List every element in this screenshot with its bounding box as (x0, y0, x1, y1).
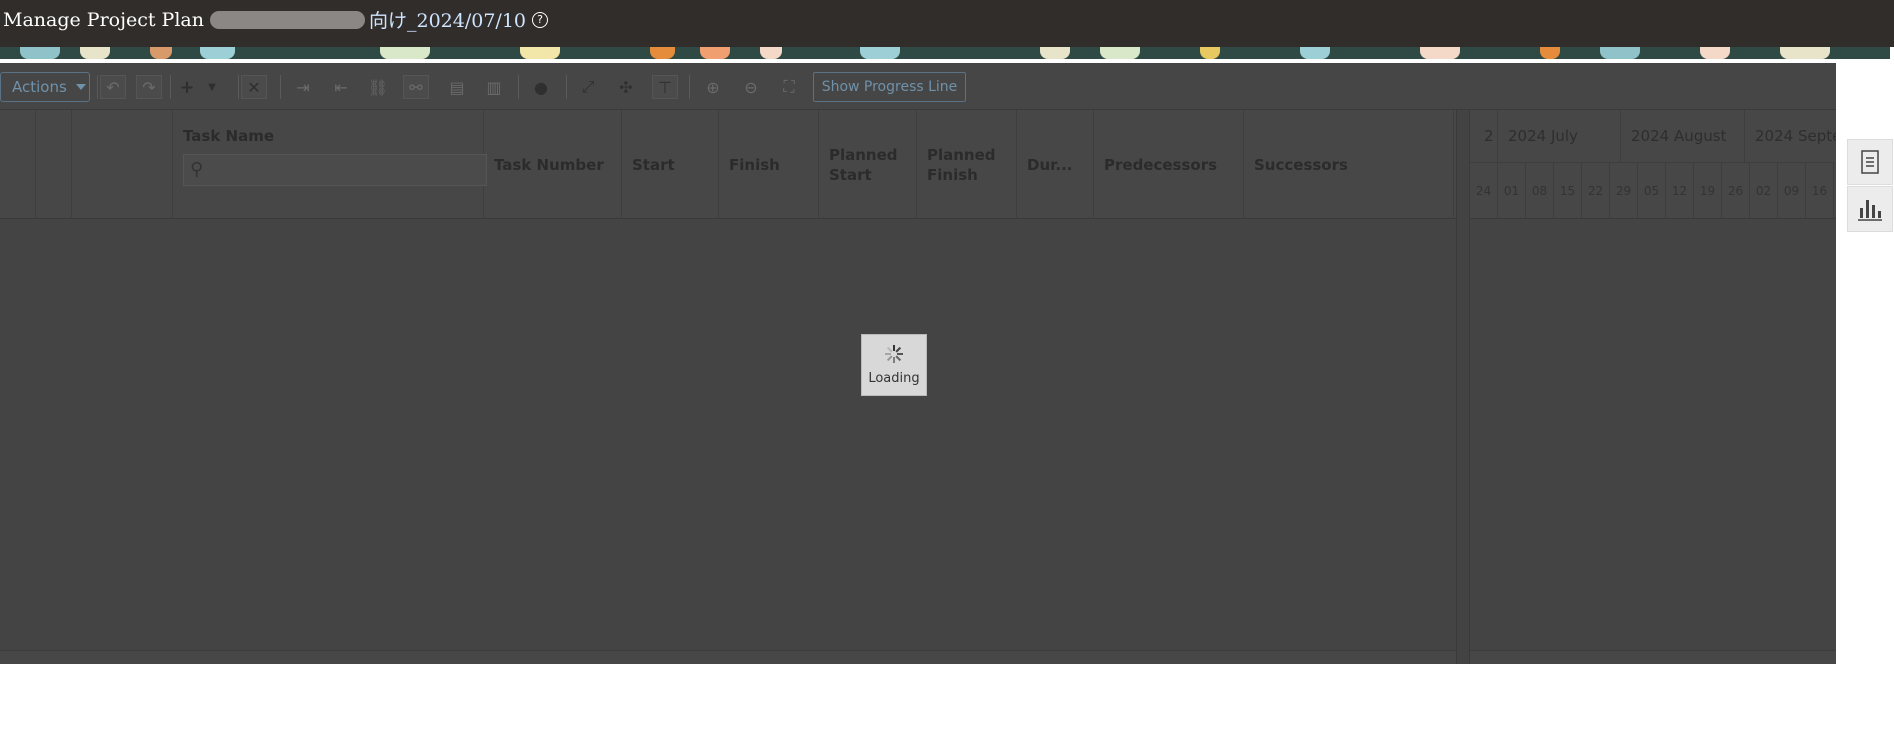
table-icon[interactable]: ▤ (444, 75, 470, 99)
toolbar-separator (170, 75, 171, 99)
pane-splitter[interactable] (1456, 110, 1470, 664)
gantt-week: 24 (1470, 162, 1498, 218)
column-header-select[interactable] (0, 110, 36, 219)
actions-menu-button[interactable]: Actions (0, 72, 90, 102)
gantt-week: 29 (1610, 162, 1638, 218)
gantt-week: 19 (1694, 162, 1722, 218)
collapse-icon[interactable]: ✣ (613, 75, 639, 99)
show-progress-line-button[interactable]: Show Progress Line (813, 72, 966, 102)
column-header-start[interactable]: Start (622, 110, 719, 219)
gantt-week: 09 (1778, 162, 1806, 218)
planned-start-line1: Planned (829, 145, 898, 164)
toolbar: Actions ↶ ↷ + ▼ ✕ ⇥ ⇤ ⛓ ⚯ ▤ ▥ ● ⤢ ✣ ⊤ ⊕ … (0, 63, 1836, 110)
gantt-header: 2 2024 July 2024 August 2024 Septe 24 01… (1470, 110, 1836, 219)
planned-start-line2: Start (829, 165, 872, 184)
planned-finish-line1: Planned (927, 145, 996, 164)
column-header-duration[interactable]: Dur... (1017, 110, 1094, 219)
spinner-icon (885, 344, 903, 363)
decorative-banner (0, 47, 1890, 59)
search-icon: ⚲ (190, 159, 204, 180)
lightbulb-icon[interactable]: ● (528, 75, 554, 99)
bar-chart-icon[interactable] (1847, 186, 1893, 232)
column-icon[interactable]: ⊤ (652, 75, 678, 99)
zoom-in-icon[interactable]: ⊕ (700, 75, 726, 99)
unlink-icon[interactable]: ⚯ (403, 75, 429, 99)
redo-icon[interactable]: ↷ (136, 75, 162, 99)
loading-indicator: Loading (861, 334, 927, 396)
gantt-week: 08 (1526, 162, 1554, 218)
gantt-week: 16 (1806, 162, 1834, 218)
task-name-search-input[interactable]: ⚲ (183, 154, 487, 186)
toolbar-separator (566, 75, 567, 99)
gantt-horizontal-scrollbar[interactable] (1470, 650, 1836, 664)
column-header-task-name[interactable]: Task Name ⚲ (173, 110, 487, 219)
column-header-icons[interactable] (72, 110, 173, 219)
gantt-week: 02 (1750, 162, 1778, 218)
link-icon[interactable]: ⛓ (365, 75, 391, 99)
add-dropdown-icon[interactable]: ▼ (204, 75, 220, 99)
gantt-week: 01 (1498, 162, 1526, 218)
gantt-week: 15 (1554, 162, 1582, 218)
column-header-task-number[interactable]: Task Number (484, 110, 622, 219)
column-header-finish[interactable]: Finish (719, 110, 819, 219)
redacted-project-name (209, 10, 365, 29)
gantt-week: 05 (1638, 162, 1666, 218)
toolbar-separator (280, 75, 281, 99)
gantt-month: 2024 July (1498, 110, 1621, 162)
page-title-suffix: 向け_2024/07/10 (368, 10, 526, 32)
grid-horizontal-scrollbar[interactable] (0, 650, 1456, 664)
column-header-planned-start[interactable]: Planned Start (819, 110, 917, 219)
add-icon[interactable]: + (174, 75, 200, 99)
outdent-icon[interactable]: ⇤ (328, 75, 354, 99)
side-panel-tabs (1847, 139, 1894, 233)
grid-header: Task Name ⚲ Task Number Start Finish Pla… (0, 110, 1456, 219)
column-header-planned-finish[interactable]: Planned Finish (917, 110, 1017, 219)
document-icon[interactable] (1847, 139, 1893, 185)
delete-icon[interactable]: ✕ (241, 75, 267, 99)
actions-label: Actions (12, 78, 67, 96)
title-bar: Manage Project Plan 向け_2024/07/10 ? (0, 0, 1894, 47)
column-header-indicator[interactable] (36, 110, 72, 219)
toolbar-separator (689, 75, 690, 99)
expand-icon[interactable]: ⤢ (575, 75, 601, 99)
page-title: Manage Project Plan 向け_2024/07/10 ? (3, 6, 548, 33)
gantt-month: 2024 August (1621, 110, 1745, 162)
gantt-week: 22 (1582, 162, 1610, 218)
planned-finish-line2: Finish (927, 165, 978, 184)
gantt-month: 2024 Septe (1745, 110, 1836, 162)
column-header-successors[interactable]: Successors (1244, 110, 1454, 219)
toolbar-separator (238, 75, 239, 99)
toolbar-separator (97, 75, 98, 99)
page-title-text: Manage Project Plan (3, 8, 204, 31)
gantt-week: 12 (1666, 162, 1694, 218)
column-header-predecessors[interactable]: Predecessors (1094, 110, 1244, 219)
zoom-out-icon[interactable]: ⊖ (738, 75, 764, 99)
fit-icon[interactable]: ⛶ (776, 75, 802, 99)
loading-label: Loading (868, 370, 920, 386)
caret-down-icon (75, 84, 86, 90)
gantt-month: 2 (1470, 110, 1498, 162)
undo-icon[interactable]: ↶ (100, 75, 126, 99)
resources-icon[interactable]: ▥ (481, 75, 507, 99)
question-circle-icon[interactable]: ? (532, 11, 548, 28)
indent-icon[interactable]: ⇥ (290, 75, 316, 99)
gantt-week: 26 (1722, 162, 1750, 218)
task-name-label: Task Name (183, 127, 275, 145)
project-plan-panel: Actions ↶ ↷ + ▼ ✕ ⇥ ⇤ ⛓ ⚯ ▤ ▥ ● ⤢ ✣ ⊤ ⊕ … (0, 63, 1836, 664)
toolbar-separator (518, 75, 519, 99)
